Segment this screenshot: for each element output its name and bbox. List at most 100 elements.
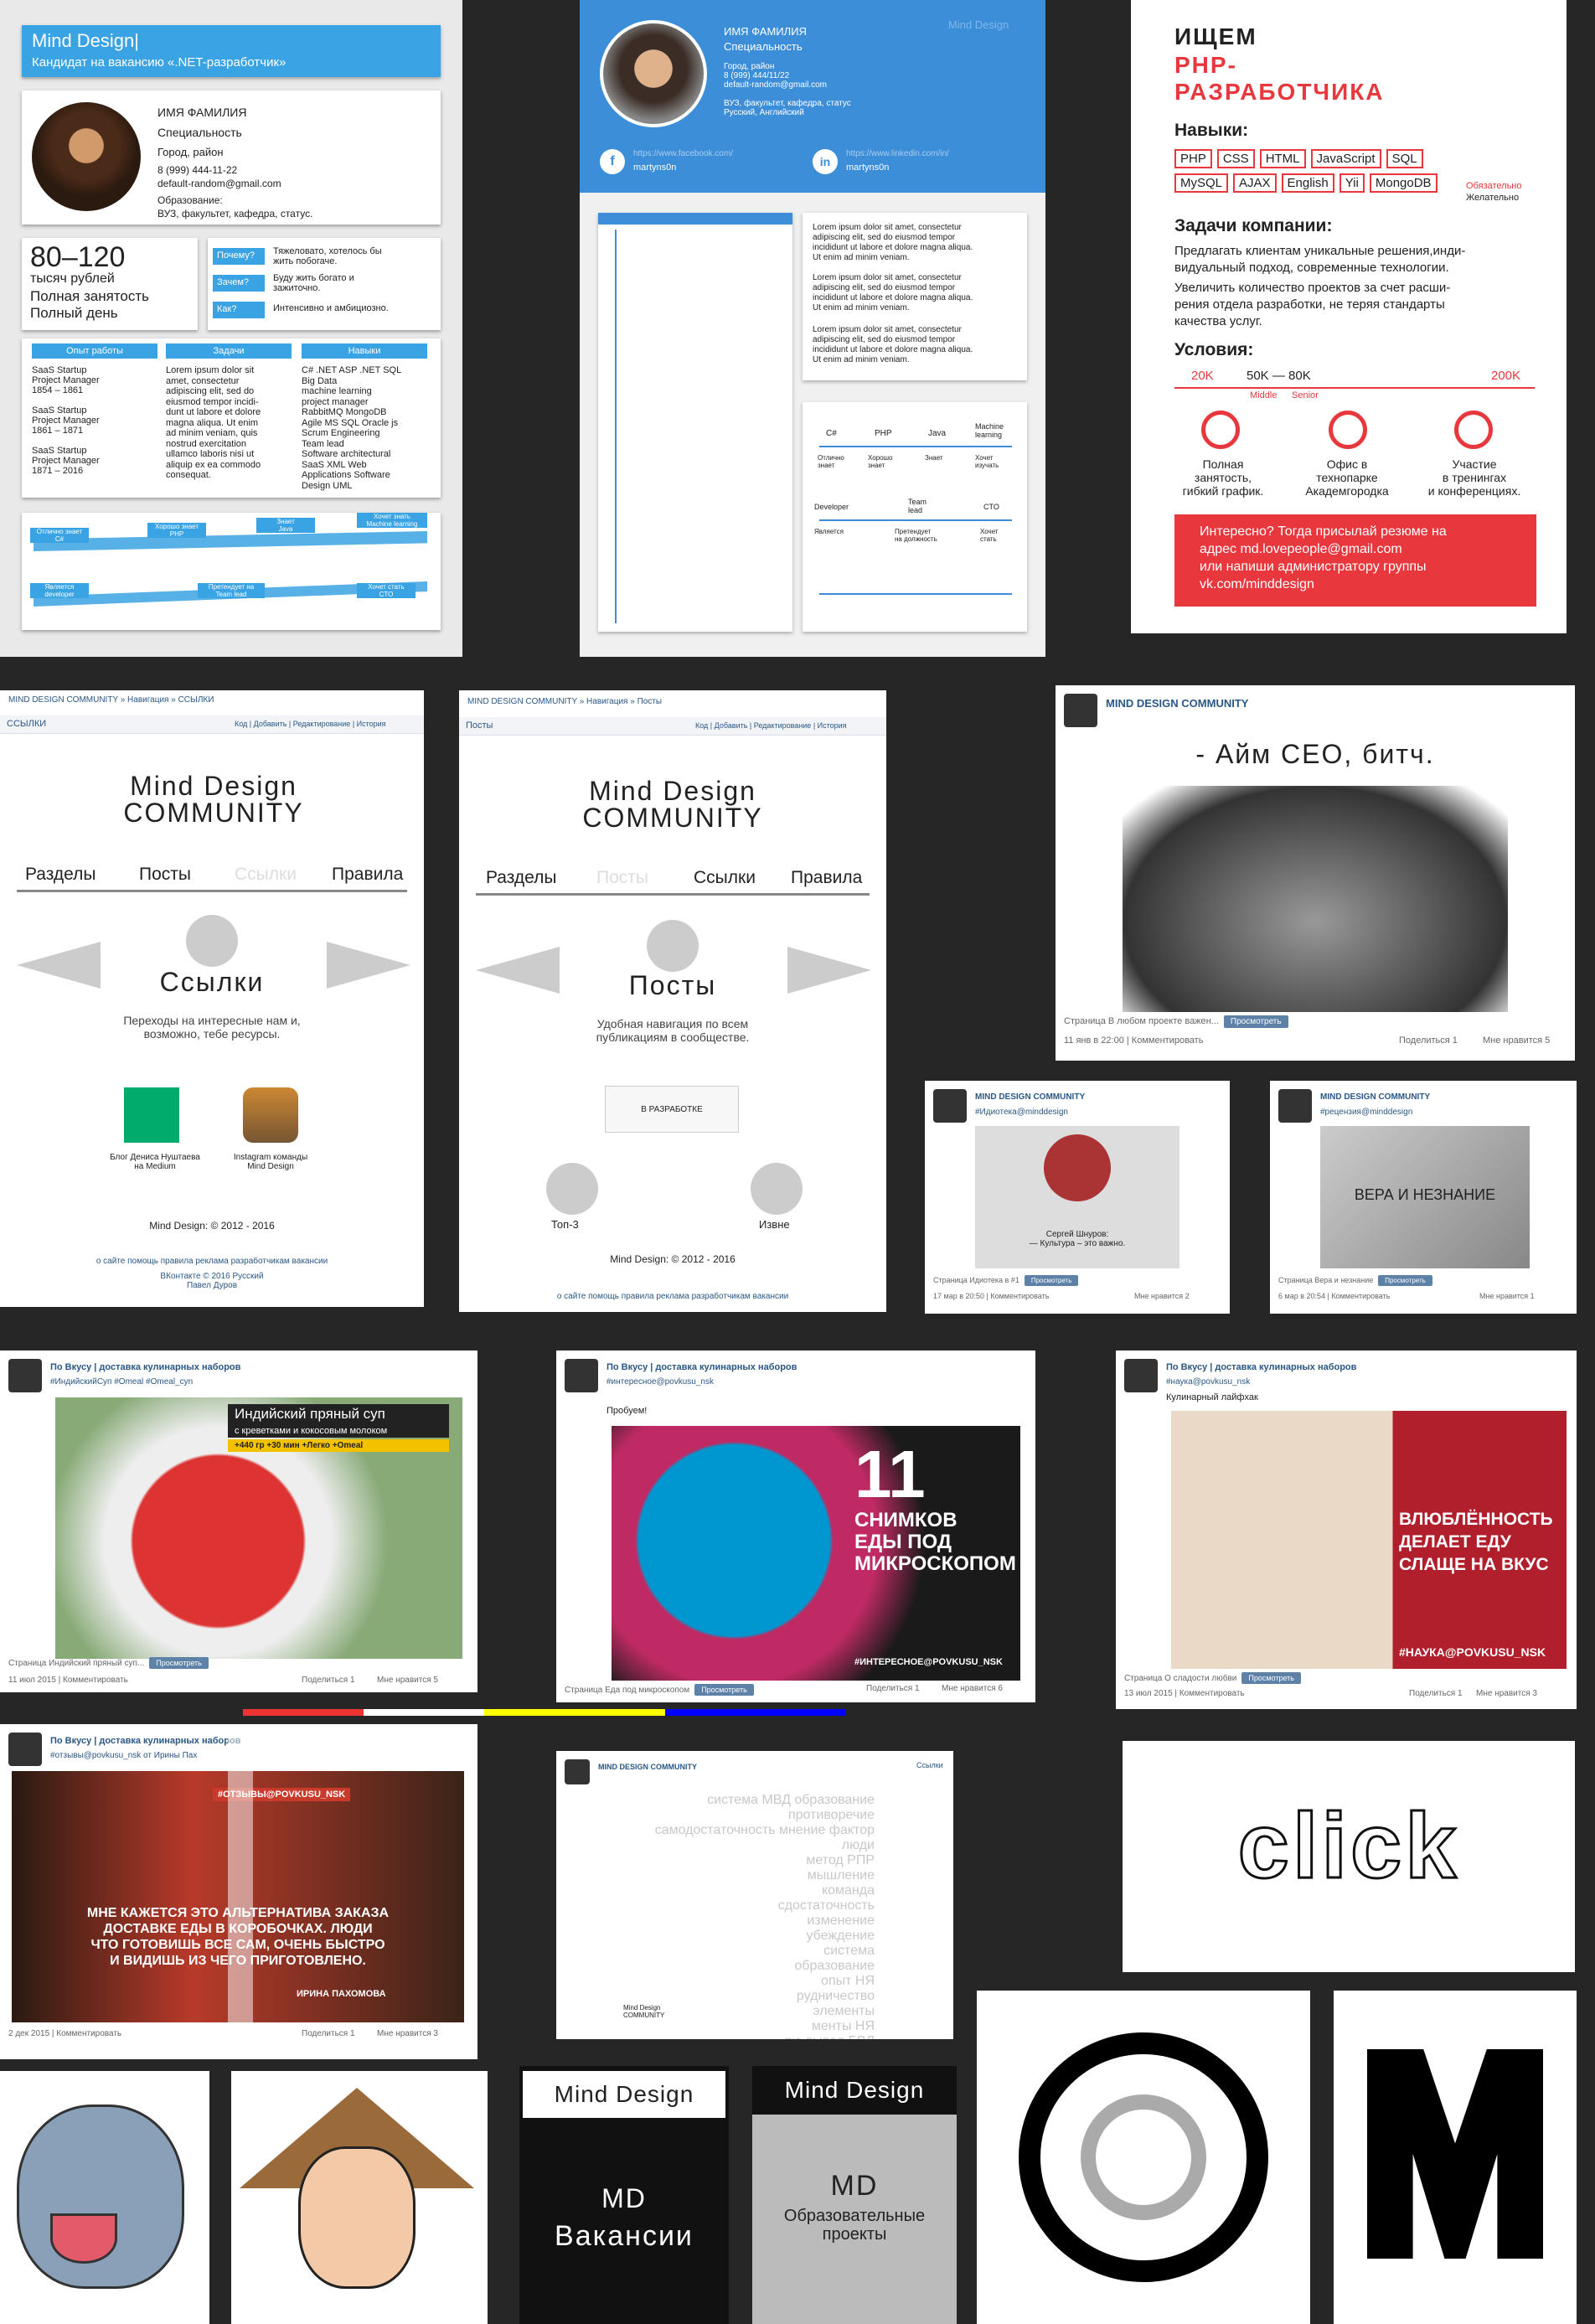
attach-link[interactable]: Страница В любом проекте важен... <box>1064 1016 1219 1026</box>
resume2-header: ИМЯ ФАМИЛИЯ Специальность Город, район 8… <box>580 0 1045 193</box>
link-instagram[interactable]: Instagram команды Mind Design <box>216 1153 325 1171</box>
attach-link[interactable]: Страница Индийский пряный суп... <box>8 1659 144 1668</box>
post-tag[interactable]: #отзывы@povkusu_nsk от Ирины Пах <box>50 1751 197 1760</box>
share-button[interactable]: Поделиться 1 <box>866 1684 920 1693</box>
view-button[interactable]: Просмотреть <box>694 1684 754 1696</box>
cover-md: MD <box>830 2170 879 2202</box>
like-button[interactable]: Мне нравится 3 <box>377 2029 438 2038</box>
resume-header: Mind Design| Кандидат на вакансию «.NET-… <box>22 25 441 77</box>
cta-text[interactable]: Интересно? Тогда присылай резюме на адре… <box>1200 523 1447 593</box>
linkedin-url[interactable]: https://www.linkedin.com/in/ <box>846 149 949 158</box>
group-avatar[interactable] <box>565 1359 598 1392</box>
section-title: ССЫЛКИ <box>7 719 47 729</box>
post-date[interactable]: 17 мар в 20:50 | Комментировать <box>933 1292 1049 1300</box>
group-avatar[interactable] <box>8 1359 42 1392</box>
group-avatar[interactable] <box>1278 1089 1312 1123</box>
wiki-menu[interactable]: Код | Добавить | Редактирование | Истори… <box>695 721 847 730</box>
view-button[interactable]: Просмотреть <box>1241 1672 1301 1684</box>
like-button[interactable]: Мне нравится 3 <box>1476 1689 1537 1698</box>
medium-logo[interactable] <box>124 1087 179 1143</box>
attach-link[interactable]: Страница О сладости любви <box>1124 1674 1236 1683</box>
role-l1: Является <box>814 528 844 535</box>
col-experience-header: Опыт работы <box>32 343 157 359</box>
post-tag[interactable]: #наука@povkusu_nsk <box>1166 1377 1250 1387</box>
group-name[interactable]: MIND DESIGN COMMUNITY <box>1106 697 1248 710</box>
external-icon[interactable] <box>751 1163 803 1215</box>
post-date[interactable]: 11 янв в 22:00 | Комментировать <box>1064 1035 1203 1046</box>
vk-footer[interactable]: о сайте помощь правила реклама разработч… <box>459 1292 886 1301</box>
facebook-icon[interactable]: f <box>600 149 625 174</box>
vk-footer[interactable]: о сайте помощь правила реклама разработч… <box>0 1257 424 1266</box>
like-button[interactable]: Мне нравится 2 <box>1134 1292 1190 1300</box>
post-tag[interactable]: #Идиотека@minddesign <box>975 1108 1068 1117</box>
col-tasks-header: Задачи <box>166 343 292 359</box>
like-button[interactable]: Мне нравится 1 <box>1479 1292 1535 1300</box>
like-button[interactable]: Мне нравится 5 <box>377 1676 438 1685</box>
share-button[interactable]: Поделиться 1 <box>1409 1689 1463 1698</box>
share-button[interactable]: Поделиться 1 <box>302 1676 355 1685</box>
nav-rules[interactable]: Правила <box>332 865 403 885</box>
linkedin-icon[interactable]: in <box>813 149 838 174</box>
tasks-label: Задачи компании: <box>1174 216 1333 235</box>
links-icon <box>186 915 238 967</box>
top3-icon[interactable] <box>546 1163 598 1215</box>
post-tag[interactable]: #рецензия@minddesign <box>1320 1108 1412 1117</box>
community-logo: Mind Design COMMUNITY <box>123 771 304 828</box>
nav-links[interactable]: Ссылки <box>694 868 756 888</box>
nav-sections[interactable]: Разделы <box>486 868 557 888</box>
linkedin-user[interactable]: martyns0n <box>846 163 889 173</box>
attach-link[interactable]: Страница Идиотека в #1 <box>933 1276 1019 1284</box>
group-name[interactable]: По Вкусу | доставка кулинарных наборов <box>607 1362 797 1372</box>
nav-posts[interactable]: Посты <box>139 865 191 885</box>
breadcrumb[interactable]: MIND DESIGN COMMUNITY » Навигация » Пост… <box>467 697 662 706</box>
like-button[interactable]: Мне нравится 6 <box>942 1684 1003 1693</box>
breadcrumb[interactable]: MIND DESIGN COMMUNITY » Навигация » ССЫЛ… <box>8 695 214 705</box>
group-name[interactable]: MIND DESIGN COMMUNITY <box>598 1763 697 1771</box>
growth-band-1 <box>34 531 427 551</box>
share-button[interactable]: Поделиться 1 <box>302 2029 355 2038</box>
group-name[interactable]: По Вкусу | доставка кулинарных наборов <box>1166 1362 1356 1372</box>
group-name[interactable]: MIND DESIGN COMMUNITY <box>975 1092 1085 1102</box>
group-avatar[interactable] <box>1064 694 1097 727</box>
post-date[interactable]: 13 июл 2015 | Комментировать <box>1124 1689 1245 1698</box>
nav-posts[interactable]: Посты <box>596 868 648 888</box>
nav-links[interactable]: Ссылки <box>235 865 297 885</box>
post-date[interactable]: 6 мар в 20:54 | Комментировать <box>1278 1292 1390 1300</box>
post-tag[interactable]: #интересное@povkusu_nsk <box>607 1377 714 1387</box>
group-name[interactable]: По Вкусу | доставка кулинарных наборов <box>50 1362 240 1372</box>
experience-text: SaaS Startup Project Manager 1854 – 1861… <box>32 365 100 476</box>
in-dev-button[interactable]: В РАЗРАБОТКЕ <box>605 1086 739 1133</box>
view-button[interactable]: Просмотреть <box>1024 1275 1079 1286</box>
facebook-url[interactable]: https://www.facebook.com/ <box>633 149 733 158</box>
wiki-bar: ССЫЛКИ Код | Добавить | Редактирование |… <box>0 715 424 734</box>
top3-label[interactable]: Топ-3 <box>551 1218 579 1231</box>
power-icon <box>1329 411 1367 449</box>
group-avatar[interactable] <box>565 1759 590 1784</box>
resume-subtitle: Кандидат на вакансию «.NET-разработчик» <box>32 55 286 70</box>
share-button[interactable]: Поделиться 1 <box>1399 1035 1458 1046</box>
group-avatar[interactable] <box>8 1733 42 1766</box>
group-name[interactable]: MIND DESIGN COMMUNITY <box>1320 1092 1430 1102</box>
instagram-logo[interactable] <box>243 1087 298 1143</box>
external-label[interactable]: Извне <box>759 1218 790 1231</box>
link-medium[interactable]: Блог Дениса Нуштаева на Medium <box>101 1153 209 1171</box>
section-title: Посты <box>466 720 493 731</box>
links-tab[interactable]: Ссылки <box>916 1761 943 1769</box>
post-image: ВЕРА И НЕЗНАНИЕ <box>1320 1126 1530 1268</box>
view-button[interactable]: Просмотреть <box>149 1657 209 1669</box>
post-date[interactable]: 2 дек 2015 | Комментировать <box>8 2029 121 2038</box>
post-tag[interactable]: #ИндийскийСуп #Omeal #Omeal_cyn <box>50 1377 193 1387</box>
view-button[interactable]: Просмотреть <box>1223 1015 1288 1028</box>
attach-link[interactable]: Страница Еда под микроскопом <box>565 1686 689 1695</box>
group-avatar[interactable] <box>1124 1359 1158 1392</box>
facebook-user[interactable]: martyns0n <box>633 163 676 173</box>
group-avatar[interactable] <box>933 1089 967 1123</box>
nav-rules[interactable]: Правила <box>791 868 862 888</box>
attach-link[interactable]: Страница Вера и незнание <box>1278 1276 1373 1284</box>
like-button[interactable]: Мне нравится 5 <box>1483 1035 1550 1046</box>
wiki-menu[interactable]: Код | Добавить | Редактирование | Истори… <box>235 720 386 728</box>
nav-sections[interactable]: Разделы <box>25 865 96 885</box>
view-button[interactable]: Просмотреть <box>1378 1275 1432 1286</box>
group-name[interactable]: По Вкусу | доставка кулинарных наборов <box>50 1736 240 1746</box>
post-date[interactable]: 11 июл 2015 | Комментировать <box>8 1676 128 1685</box>
